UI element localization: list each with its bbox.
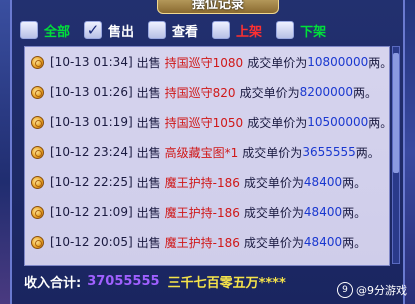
list-item: [10-13 01:34] 出售 持国巡守1080 成交单价为 10800000 两。: [25, 47, 389, 77]
list-item: [10-12 22:25] 出售 魔王护持-186 成交单价为 48400 两。: [25, 167, 389, 197]
record-item: 持国巡守1050: [164, 115, 244, 130]
record-time: [10-13 01:19]: [50, 115, 133, 129]
record-time: [10-13 01:34]: [50, 55, 133, 69]
list-item: [10-13 01:19] 出售 持国巡守1050 成交单价为 10500000 两。: [25, 107, 389, 137]
gold-coin-icon: [31, 266, 44, 267]
list-item: [10-13 01:26] 出售 持国巡守820 成交单价为 8200000 两。: [25, 77, 389, 107]
gold-coin-icon: [31, 205, 44, 219]
list-item: [10-12 23:24] 出售 高级藏宝图*1 成交单价为 3655555 两。: [25, 137, 389, 167]
record-unit: 两。: [342, 235, 367, 250]
filter-1[interactable]: ✓ 售出: [84, 21, 134, 40]
record-action: 出售: [136, 115, 161, 130]
checkbox-icon[interactable]: [276, 21, 295, 39]
gold-coin-icon: [31, 145, 44, 159]
record-text: 成交单价为: [243, 175, 304, 190]
record-item: 魔王护持-186: [164, 205, 240, 220]
watermark-logo-icon: 9: [337, 282, 353, 298]
record-price: 8200000: [299, 85, 354, 99]
record-unit: 两。: [355, 145, 380, 160]
record-unit: 两。: [342, 175, 367, 190]
record-unit: 两。: [368, 55, 390, 70]
trade-record-window: 摆位记录 全部 ✓ 售出 查看 上架 下架 [10-13 01:34] 出售 持国巡守1080…: [10, 0, 405, 304]
filter-label: 全部: [44, 24, 71, 40]
record-item: 高级藏宝图*1: [164, 145, 239, 160]
filter-2[interactable]: 查看: [148, 21, 198, 40]
record-time: [10-12 22:25]: [50, 175, 133, 189]
record-price: 48400: [303, 175, 343, 189]
record-action: 出售: [136, 205, 161, 220]
record-action: 出售: [136, 145, 161, 160]
list-item: [10-12 21:09] 出售 魔王护持-186 成交单价为 48400 两。: [25, 197, 389, 227]
record-list[interactable]: [10-13 01:34] 出售 持国巡守1080 成交单价为 10800000 两。 [1…: [24, 46, 390, 266]
gold-coin-icon: [31, 235, 44, 249]
record-price: 48400: [303, 235, 343, 249]
record-action: 出售: [136, 85, 161, 100]
checkbox-icon[interactable]: [20, 21, 38, 39]
watermark: 9 @9分游戏: [337, 282, 407, 298]
gold-coin-icon: [31, 55, 44, 69]
record-text: 成交单价为: [243, 235, 304, 250]
income-total-amount-chinese: 三千七百零五万****: [167, 275, 286, 291]
record-item: 持国巡守820: [164, 85, 236, 100]
income-total-amount: 37055555: [87, 273, 160, 289]
record-time: [10-12 21:09]: [50, 205, 133, 219]
filter-0[interactable]: 全部: [20, 21, 70, 40]
record-time: [10-13 01:26]: [50, 85, 133, 99]
record-text: 成交单价为: [247, 115, 308, 130]
record-price: 10500000: [307, 115, 369, 129]
window-title: 摆位记录: [157, 0, 279, 14]
record-unit: 两。: [353, 85, 378, 100]
record-time: [10-12 20:05]: [50, 235, 133, 249]
record-item: 魔王护持-186: [164, 235, 240, 250]
filter-label: 上架: [236, 24, 263, 40]
filter-bar: 全部 ✓ 售出 查看 上架 下架: [20, 18, 390, 42]
record-unit: 两。: [342, 205, 367, 220]
filter-label: 售出: [108, 24, 135, 40]
list-item: [10-12 19:49] 出售 高级藏宝图*1成交单价为3655555两。: [25, 257, 389, 267]
filter-4[interactable]: 下架: [276, 21, 326, 40]
record-item: 持国巡守1080: [164, 55, 244, 70]
record-text: 成交单价为: [243, 205, 304, 220]
record-action: 出售: [137, 264, 161, 266]
gold-coin-icon: [31, 85, 44, 99]
record-unit: 两。: [356, 264, 380, 266]
record-price: 3655555: [302, 265, 355, 266]
record-action: 出售: [136, 55, 161, 70]
list-item: [10-12 20:05] 出售 魔王护持-186 成交单价为 48400 两。: [25, 227, 389, 257]
list-scrollbar[interactable]: [392, 46, 400, 264]
scrollbar-thumb[interactable]: [393, 53, 399, 173]
watermark-text: @9分游戏: [356, 284, 407, 297]
gold-coin-icon: [31, 115, 44, 129]
record-text: 成交单价为: [247, 55, 308, 70]
record-price: 48400: [303, 205, 343, 219]
record-item: 魔王护持-186: [164, 175, 240, 190]
checkbox-icon[interactable]: [212, 21, 231, 39]
record-action: 出售: [136, 235, 161, 250]
record-price: 10800000: [307, 55, 369, 69]
record-text: 成交单价为: [239, 85, 300, 100]
filter-label: 查看: [172, 24, 199, 40]
record-item: 高级藏宝图*1: [165, 264, 239, 266]
record-time: [10-12 23:24]: [50, 145, 133, 159]
record-text: 成交单价为: [242, 145, 303, 160]
record-text: 成交单价为: [242, 264, 302, 266]
record-price: 3655555: [302, 145, 356, 159]
gold-coin-icon: [31, 175, 44, 189]
income-total-label: 收入合计:: [24, 275, 82, 291]
record-time: [10-12 19:49]: [50, 265, 133, 266]
record-action: 出售: [136, 175, 161, 190]
record-unit: 两。: [368, 115, 390, 130]
filter-label: 下架: [300, 24, 327, 40]
checkbox-icon[interactable]: [148, 21, 167, 39]
filter-3[interactable]: 上架: [212, 21, 262, 40]
checkbox-checked-icon[interactable]: ✓: [84, 21, 103, 39]
